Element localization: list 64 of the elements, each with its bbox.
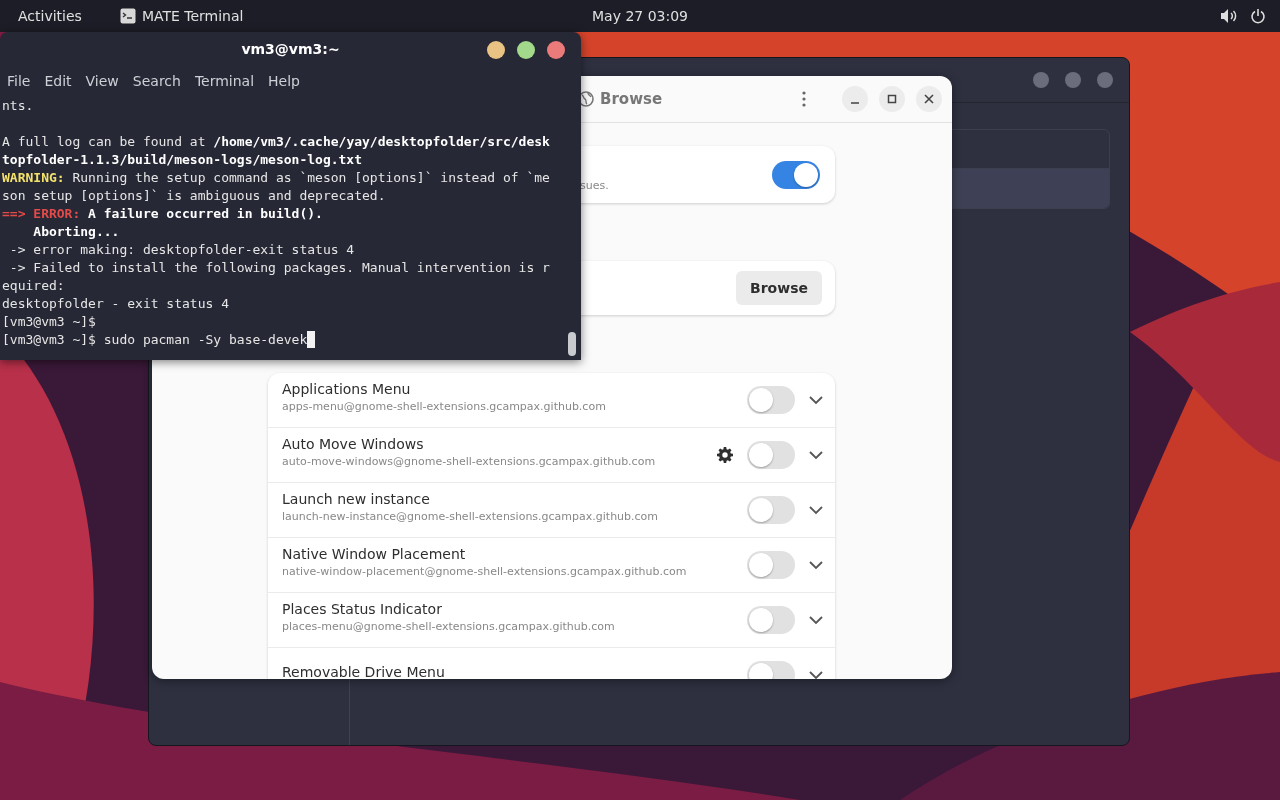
terminal-line: Aborting...: [32, 223, 120, 241]
chevron-down-icon[interactable]: [809, 560, 823, 570]
terminal-line: -> error making: desktopfolder-exit status 4: [8, 241, 355, 259]
terminal-line: [vm3@vm3 ~]$: [2, 313, 96, 331]
toggle-switch[interactable]: [747, 496, 795, 524]
clock[interactable]: May 27 03:09: [592, 8, 688, 24]
toggle-switch[interactable]: [747, 551, 795, 579]
app-menu-label[interactable]: MATE Terminal: [141, 8, 244, 24]
menu-item[interactable]: Search: [127, 71, 186, 91]
terminal-line: son setup [options]` is ambiguous and deprecated.: [2, 187, 386, 205]
extension-name: Removable Drive Menu: [282, 664, 446, 679]
settings-icon[interactable]: [717, 447, 733, 463]
toggle-switch[interactable]: [747, 606, 795, 634]
toggle-switch[interactable]: [747, 441, 795, 469]
extension-id: auto-move-windows@gnome-shell-extensions.gcampax.github.com: [282, 455, 657, 468]
extension-name: Applications Menu: [282, 381, 412, 397]
extension-id: launch-new-instance@gnome-shell-extensions.gcampax.github.com: [282, 510, 660, 523]
terminal-line: ==> ERROR: A failure occurred in build().: [2, 205, 323, 223]
activities-button[interactable]: Activities: [18, 8, 82, 24]
scrollbar-thumb[interactable]: [568, 332, 576, 356]
menu-item[interactable]: View: [80, 71, 124, 91]
menu-item[interactable]: File: [2, 71, 36, 91]
volume-icon[interactable]: [1220, 8, 1238, 24]
browse-button[interactable]: Browse: [736, 271, 822, 305]
toggle-switch[interactable]: [747, 386, 795, 414]
extension-id: apps-menu@gnome-shell-extensions.gcampax.github.com: [282, 400, 607, 413]
chevron-down-icon[interactable]: [809, 505, 823, 515]
extension-name: Native Window Placement: [282, 546, 467, 562]
close-button[interactable]: [547, 41, 565, 59]
minimize-button[interactable]: [487, 41, 505, 59]
terminal-line: -> Failed to install the following packages. Manual intervention is r: [8, 259, 550, 277]
extension-id: native-window-placement@gnome-shell-extensions.gcampax.github.com: [282, 565, 688, 578]
terminal-icon: [119, 8, 136, 24]
maximize-button[interactable]: [879, 86, 905, 112]
window-title: Browse: [600, 90, 663, 108]
minimize-button[interactable]: [842, 86, 868, 112]
terminal-line: topfolder-1.1.3/build/meson-logs/meson-log.txt: [2, 151, 363, 169]
power-icon[interactable]: [1250, 8, 1266, 24]
toggle-switch[interactable]: [772, 160, 820, 189]
setting-description: sues.: [580, 178, 610, 192]
extension-id: places-menu@gnome-shell-extensions.gcampax.github.com: [282, 620, 616, 633]
kebab-menu-icon: [802, 91, 806, 107]
chevron-down-icon[interactable]: [809, 615, 823, 625]
maximize-icon: [887, 94, 897, 104]
chevron-down-icon[interactable]: [809, 450, 823, 460]
extension-name: Launch new instance: [282, 491, 431, 507]
extension-name: Places Status Indicator: [282, 601, 443, 617]
extension-name: Auto Move Windows: [282, 436, 425, 452]
menu-item[interactable]: Terminal: [189, 71, 260, 91]
chevron-down-icon[interactable]: [809, 670, 823, 679]
close-icon: [924, 94, 934, 104]
menu-item[interactable]: Edit: [39, 71, 77, 91]
maximize-button[interactable]: [517, 41, 535, 59]
terminal-line: equired:: [2, 277, 65, 295]
menu-item[interactable]: Help: [263, 71, 305, 91]
terminal-line: A full log can be found at /home/vm3/.cache/yay/desktopfolder/src/desk: [2, 133, 550, 151]
chevron-down-icon[interactable]: [809, 395, 823, 405]
terminal-line: desktopfolder - exit status 4: [2, 295, 229, 313]
terminal-line: nts.: [2, 97, 34, 115]
terminal-line: [vm3@vm3 ~]$ sudo pacman -Sy base-devek: [2, 331, 316, 349]
window-title: vm3@vm3:~: [241, 41, 340, 57]
terminal-line: WARNING: Running the setup command as `meson [options]` instead of `me: [2, 169, 550, 187]
close-button[interactable]: [916, 86, 942, 112]
minimize-icon: [851, 102, 859, 104]
